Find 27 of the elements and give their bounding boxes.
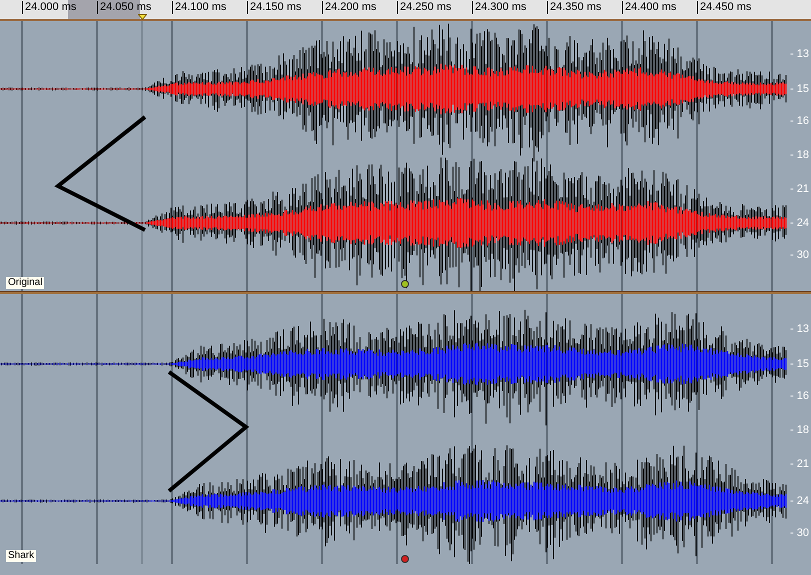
track-name: Original: [6, 277, 44, 289]
marker-icon[interactable]: [401, 555, 409, 563]
db-scale-label: - 24: [790, 495, 809, 507]
time-label: 24.000 ms: [22, 1, 76, 14]
time-label: 24.250 ms: [397, 1, 452, 14]
marker-icon[interactable]: [401, 280, 409, 288]
db-scale-label: - 16: [790, 115, 809, 127]
db-scale-label: - 30: [790, 527, 809, 539]
time-label: 24.400 ms: [622, 1, 676, 14]
time-label: 24.300 ms: [472, 1, 526, 14]
time-label: 24.350 ms: [547, 1, 602, 14]
db-scale-label: - 30: [790, 249, 809, 261]
db-scale-label: - 18: [790, 424, 809, 436]
time-label: 24.150 ms: [247, 1, 302, 14]
db-scale-label: - 15: [790, 358, 809, 370]
db-scale-label: - 24: [790, 217, 809, 229]
time-label: 24.450 ms: [697, 1, 752, 14]
time-label: 24.100 ms: [172, 1, 226, 14]
db-scale-label: - 21: [790, 183, 809, 195]
db-scale-label: - 16: [790, 390, 809, 402]
db-scale-label: - 15: [790, 83, 809, 95]
db-scale-label: - 21: [790, 458, 809, 470]
time-label: 24.200 ms: [322, 1, 376, 14]
track-name: Shark: [6, 550, 36, 562]
db-scale-label: - 13: [790, 323, 809, 335]
db-scale-label: - 18: [790, 149, 809, 161]
db-scale-label: - 13: [790, 48, 809, 60]
